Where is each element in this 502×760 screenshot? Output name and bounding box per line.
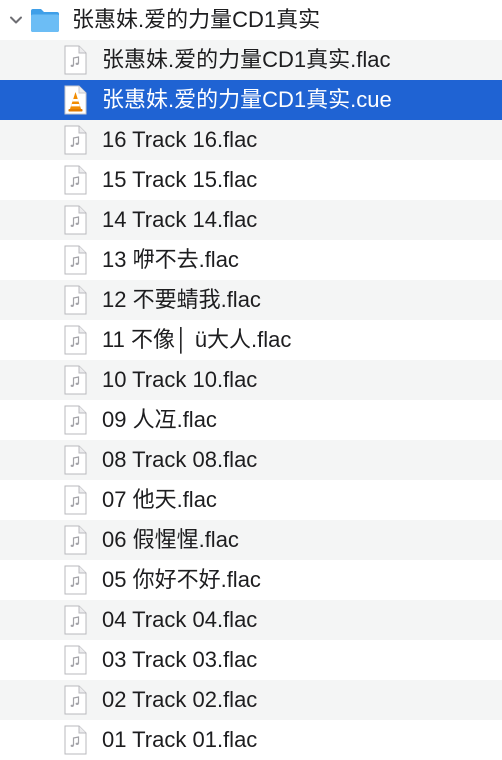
- file-row[interactable]: 02 Track 02.flac: [0, 680, 502, 720]
- folder-name: 张惠妹.爱的力量CD1真实: [72, 7, 321, 32]
- audio-file-icon: [64, 405, 87, 435]
- file-row[interactable]: 04 Track 04.flac: [0, 600, 502, 640]
- file-row[interactable]: 09 人冱.flac: [0, 400, 502, 440]
- file-name: 10 Track 10.flac: [102, 367, 258, 392]
- vlc-cone-icon: [64, 85, 87, 115]
- file-row[interactable]: 08 Track 08.flac: [0, 440, 502, 480]
- file-row[interactable]: 06 假惺惺.flac: [0, 520, 502, 560]
- file-row[interactable]: 13 咿不去.flac: [0, 240, 502, 280]
- audio-file-icon: [64, 445, 87, 475]
- audio-file-icon: [64, 645, 87, 675]
- file-name: 11 不像│ ü大人.flac: [102, 327, 292, 352]
- file-name: 01 Track 01.flac: [102, 727, 258, 752]
- file-name: 13 咿不去.flac: [102, 247, 239, 272]
- file-name: 12 不要蜻我.flac: [102, 287, 261, 312]
- folder-row[interactable]: 张惠妹.爱的力量CD1真实: [0, 0, 502, 40]
- audio-file-icon: [64, 205, 87, 235]
- file-name: 07 他天.flac: [102, 487, 217, 512]
- audio-file-icon: [64, 565, 87, 595]
- audio-file-icon: [64, 525, 87, 555]
- file-row[interactable]: 12 不要蜻我.flac: [0, 280, 502, 320]
- file-name: 16 Track 16.flac: [102, 127, 258, 152]
- file-row[interactable]: 14 Track 14.flac: [0, 200, 502, 240]
- file-row[interactable]: 16 Track 16.flac: [0, 120, 502, 160]
- file-name: 张惠妹.爱的力量CD1真实.flac: [102, 47, 391, 72]
- file-row[interactable]: 11 不像│ ü大人.flac: [0, 320, 502, 360]
- file-row[interactable]: 07 他天.flac: [0, 480, 502, 520]
- audio-file-icon: [64, 285, 87, 315]
- audio-file-icon: [64, 165, 87, 195]
- file-name: 02 Track 02.flac: [102, 687, 258, 712]
- file-row[interactable]: 01 Track 01.flac: [0, 720, 502, 760]
- audio-file-icon: [64, 365, 87, 395]
- audio-file-icon: [64, 725, 87, 755]
- file-name: 03 Track 03.flac: [102, 647, 258, 672]
- audio-file-icon: [64, 245, 87, 275]
- file-name: 09 人冱.flac: [102, 407, 217, 432]
- file-row[interactable]: 张惠妹.爱的力量CD1真实.flac: [0, 40, 502, 80]
- file-row[interactable]: 张惠妹.爱的力量CD1真实.cue: [0, 80, 502, 120]
- file-name: 05 你好不好.flac: [102, 567, 261, 592]
- file-name: 06 假惺惺.flac: [102, 527, 239, 552]
- chevron-down-icon[interactable]: [8, 12, 24, 28]
- file-row[interactable]: 15 Track 15.flac: [0, 160, 502, 200]
- audio-file-icon: [64, 685, 87, 715]
- audio-file-icon: [64, 605, 87, 635]
- audio-file-icon: [64, 485, 87, 515]
- audio-file-icon: [64, 325, 87, 355]
- file-name: 14 Track 14.flac: [102, 207, 258, 232]
- file-name: 张惠妹.爱的力量CD1真实.cue: [102, 87, 392, 112]
- audio-file-icon: [64, 45, 87, 75]
- file-row[interactable]: 05 你好不好.flac: [0, 560, 502, 600]
- file-name: 15 Track 15.flac: [102, 167, 258, 192]
- file-name: 08 Track 08.flac: [102, 447, 258, 472]
- file-name: 04 Track 04.flac: [102, 607, 258, 632]
- file-browser-list: 张惠妹.爱的力量CD1真实 张惠妹.爱的力量CD1真实.flac 张惠妹.爱的力…: [0, 0, 502, 760]
- file-row[interactable]: 10 Track 10.flac: [0, 360, 502, 400]
- audio-file-icon: [64, 125, 87, 155]
- folder-icon: [31, 9, 59, 32]
- file-row[interactable]: 03 Track 03.flac: [0, 640, 502, 680]
